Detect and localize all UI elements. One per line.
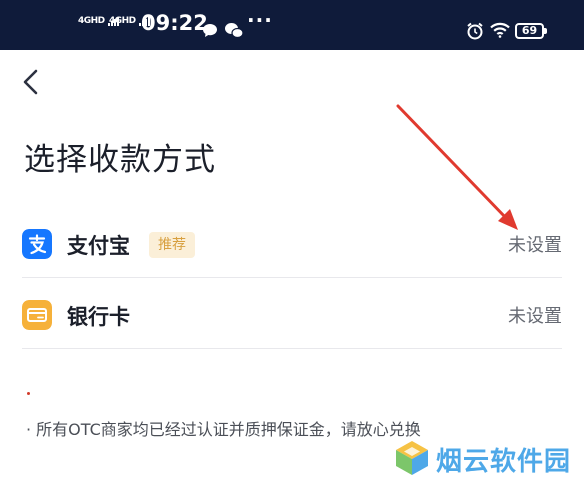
alarm-icon [467, 22, 483, 40]
payment-method-label: 银行卡 [67, 305, 130, 329]
watermark-text: 烟云软件园 [436, 447, 572, 477]
bank-card-icon [22, 300, 52, 330]
wifi-icon [490, 22, 510, 38]
watermark-logo-icon [396, 441, 428, 475]
battery-indicator: 69 [515, 23, 547, 39]
payment-method-bank-card[interactable]: 银行卡 未设置 [22, 279, 562, 349]
payment-method-label: 支付宝 [67, 234, 130, 258]
divider [22, 348, 562, 349]
more-notifications-icon: ··· [247, 8, 273, 32]
red-dot-mark [27, 392, 30, 395]
payment-method-alipay[interactable]: 支付宝 推荐 未设置 [22, 208, 562, 278]
recommended-badge: 推荐 [149, 232, 195, 258]
setup-status[interactable]: 未设置 [508, 231, 562, 257]
alipay-icon [22, 229, 52, 259]
clock: 09:22 [141, 11, 208, 35]
network-type-label: 4GHD [78, 16, 105, 26]
status-bar: 4GHD 4GHD 09:22 ··· 69 [0, 0, 584, 50]
notice-text: · 所有OTC商家均已经过认证并质押保证金，请放心兑换 [26, 420, 421, 439]
back-button[interactable] [20, 68, 44, 96]
message-icon [203, 24, 217, 37]
wechat-icon [225, 23, 244, 39]
watermark: 烟云软件园 [392, 437, 582, 481]
setup-status[interactable]: 未设置 [508, 302, 562, 328]
divider [22, 277, 562, 278]
network-type-label: 4GHD [109, 16, 136, 26]
page-title: 选择收款方式 [24, 142, 216, 178]
